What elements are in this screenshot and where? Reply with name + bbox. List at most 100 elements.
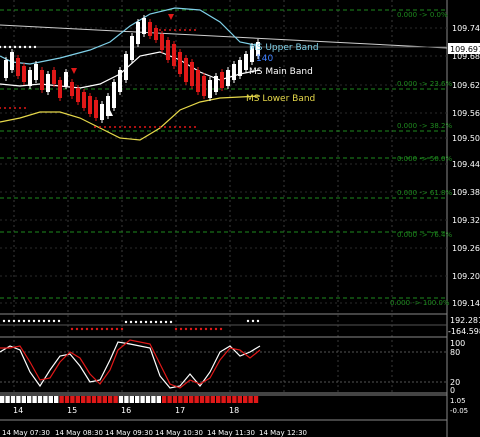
ind-dot <box>70 327 74 331</box>
fibonacci-levels <box>0 9 447 299</box>
marker-dot <box>174 126 176 128</box>
marker-dot <box>104 126 106 128</box>
fib-label: 0.000 -> 23.6% <box>397 80 452 88</box>
strip-cell <box>145 396 151 403</box>
strip-cell <box>102 396 107 403</box>
ind-dot <box>209 327 213 331</box>
strip-cell <box>64 396 70 403</box>
ind-dot <box>251 319 255 323</box>
strip-cell <box>37 396 43 403</box>
candle-body <box>202 76 206 96</box>
marker-dot <box>0 107 1 109</box>
price-label: 109.625 <box>452 81 480 90</box>
marker-dot <box>0 45 2 49</box>
strip-cell <box>21 396 26 403</box>
strip-cell <box>226 396 232 403</box>
ind-dot <box>17 319 21 323</box>
time-label: 14 May 08:30 <box>55 429 103 437</box>
strip-cell <box>108 396 113 403</box>
marker-dot <box>13 45 17 49</box>
strip-cell <box>129 396 134 403</box>
strip-cell <box>124 396 129 403</box>
upper-band-label: MS Upper Band <box>249 43 319 53</box>
fib-label: 0.000 -> 38.2% <box>397 122 452 130</box>
strip-cell <box>156 396 161 403</box>
marker-dot <box>94 126 96 128</box>
candle-body <box>142 18 146 34</box>
marker-dot <box>18 45 22 49</box>
marker-dot <box>144 126 146 128</box>
time-label: 14 May 10:30 <box>155 429 203 437</box>
strip-cell <box>216 396 221 403</box>
candle-body <box>190 62 194 86</box>
candle-body <box>208 80 212 98</box>
marker-dot <box>28 45 32 49</box>
indicator1-value-top: 192.281 <box>450 316 480 325</box>
ind-dot <box>149 320 153 324</box>
fib-label: 0.000 -> 76.4% <box>397 231 452 239</box>
down-arrow-icon <box>168 14 174 20</box>
strip-cell <box>5 396 10 403</box>
grid <box>0 0 448 437</box>
candle-body <box>178 52 182 74</box>
ind-dot <box>139 320 143 324</box>
marker-dot <box>9 107 11 109</box>
candle-body <box>124 54 128 80</box>
ind-dot <box>47 319 51 323</box>
marker-dot <box>149 126 151 128</box>
candle-body <box>226 70 230 86</box>
candle-body <box>244 54 248 70</box>
marker-dot <box>3 45 7 49</box>
stoch-d-line <box>0 339 261 389</box>
ind-dot <box>7 319 11 323</box>
marker-dot <box>23 45 27 49</box>
candle-body <box>214 76 218 92</box>
candle-body <box>100 104 104 120</box>
price-label: 109.445 <box>452 160 480 169</box>
candle-body <box>184 58 188 82</box>
candle-body <box>10 52 14 70</box>
candle-body <box>232 64 236 80</box>
candle-body <box>112 82 116 108</box>
strip-cell <box>54 396 59 403</box>
price-label: 109.685 <box>452 52 480 61</box>
strip-cell <box>70 396 75 403</box>
ind-dot <box>120 327 124 331</box>
strip-cell <box>178 396 183 403</box>
ind-dot <box>194 327 198 331</box>
ind-dot <box>80 327 84 331</box>
ind-dot <box>164 320 168 324</box>
ind-dot <box>100 327 104 331</box>
ind-dot <box>159 320 163 324</box>
candle-body <box>220 72 224 88</box>
candle-body <box>70 82 74 96</box>
candle-body <box>46 74 50 92</box>
stoch-label-100: 100 <box>450 339 465 348</box>
ind-dot <box>124 320 128 324</box>
strip-cell <box>237 396 242 403</box>
price-label: 109.265 <box>452 244 480 253</box>
marker-dot <box>124 126 126 128</box>
marker-dot <box>164 126 166 128</box>
ind-dot <box>27 319 31 323</box>
candle-body <box>136 22 140 44</box>
day-labels: 14 15 16 17 18 <box>13 406 239 415</box>
candle-body <box>52 70 56 84</box>
day-label: 17 <box>175 406 185 415</box>
ind-dot <box>174 327 178 331</box>
trend-line <box>0 24 448 49</box>
price-label: 109.325 <box>452 216 480 225</box>
time-label: 14 May 11:30 <box>207 429 255 437</box>
ind-dot <box>204 327 208 331</box>
strip-cell <box>243 396 248 403</box>
strip-cell <box>118 396 124 403</box>
marker-dot <box>33 45 37 49</box>
candle-body <box>160 34 164 50</box>
day-label: 18 <box>229 406 239 415</box>
day-label: 16 <box>121 406 131 415</box>
strip-cell <box>221 396 226 403</box>
lower-band-line <box>0 95 261 141</box>
candle-body <box>22 66 26 82</box>
fib-label: 0.000 -> 0.0% <box>397 11 448 19</box>
price-chart[interactable]: MS Upper Band 140 MS Main Band MS Lower … <box>0 0 480 437</box>
